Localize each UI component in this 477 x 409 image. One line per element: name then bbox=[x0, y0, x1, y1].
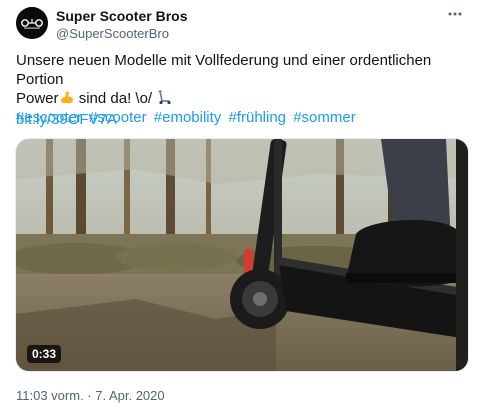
hashtag-escooter[interactable]: #escooter bbox=[16, 109, 82, 126]
scooter-logo-icon bbox=[16, 7, 48, 39]
hashtag-emobility[interactable]: #emobility bbox=[154, 109, 222, 126]
more-options-button[interactable] bbox=[445, 4, 465, 24]
tweet-timestamp[interactable]: 11:03 vorm. · 7. Apr. 2020 bbox=[16, 388, 165, 403]
tweet-line-1: Unsere neuen Modelle mit Vollfederung un… bbox=[16, 52, 432, 88]
flexed-biceps-icon bbox=[59, 89, 75, 110]
tweet-line-2-text: sind da! \o/ bbox=[74, 90, 157, 107]
hashtag-list: #escooter #scooter #emobility #frühling … bbox=[16, 108, 359, 127]
kick-scooter-icon bbox=[156, 89, 172, 110]
video-player[interactable] bbox=[15, 138, 469, 372]
avatar[interactable] bbox=[16, 7, 48, 39]
video-frame bbox=[16, 139, 468, 371]
more-options-icon bbox=[448, 12, 462, 16]
hashtag-fruehling[interactable]: #frühling bbox=[228, 109, 286, 126]
hashtag-sommer[interactable]: #sommer bbox=[293, 109, 356, 126]
tweet-line-2: Power sind da! \o/ bbox=[16, 89, 464, 110]
author-name[interactable]: Super Scooter Bros bbox=[56, 8, 187, 24]
author-handle[interactable]: @SuperScooterBro bbox=[56, 26, 169, 41]
tweet-power-word: Power bbox=[16, 90, 59, 107]
video-duration-badge: 0:33 bbox=[27, 345, 62, 363]
hashtag-scooter[interactable]: #scooter bbox=[89, 109, 147, 126]
